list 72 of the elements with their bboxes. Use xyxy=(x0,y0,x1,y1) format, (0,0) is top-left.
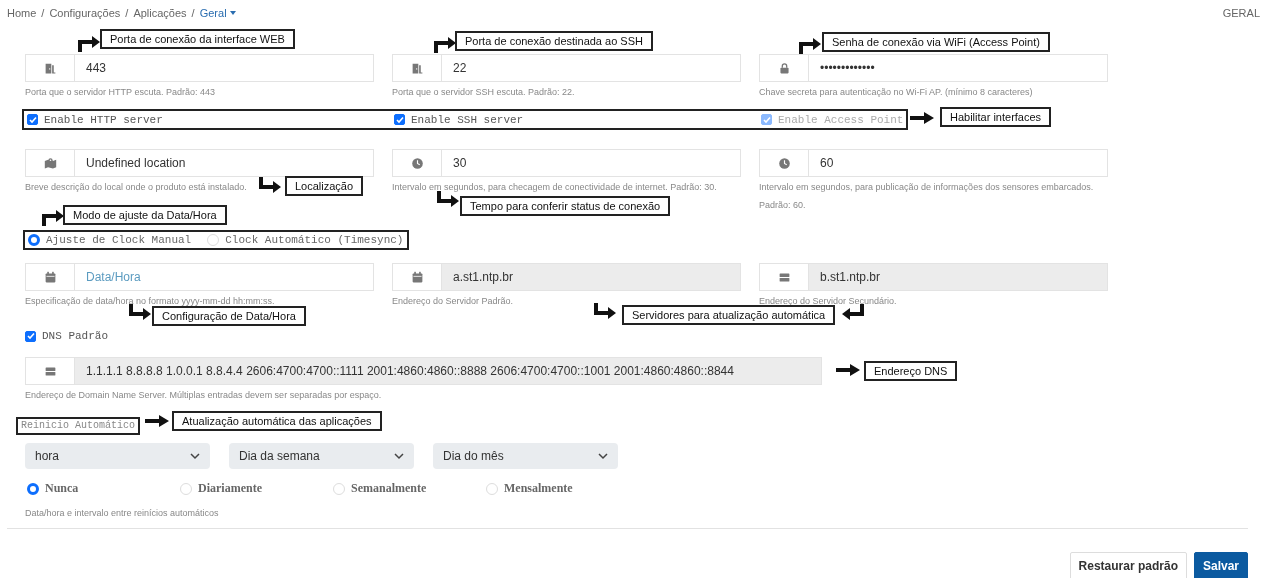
annotation-callout: Porta de conexão destinada ao SSH xyxy=(455,31,653,51)
help-text: Endereço do Servidor Padrão. xyxy=(392,295,514,307)
help-text: Intervalo em segundos, para checagem de conectividade de internet. Padrão: 30. xyxy=(392,181,717,193)
server-icon xyxy=(777,270,791,284)
select-field[interactable]: Dia do mês xyxy=(433,443,618,469)
checkbox-label: Enable HTTP server xyxy=(44,113,163,126)
radio-button[interactable] xyxy=(28,234,40,246)
breadcrumb-link[interactable]: Geral xyxy=(199,7,236,19)
help-text: Porta que o servidor SSH escuta. Padrão: 22. xyxy=(392,86,575,98)
clock-icon xyxy=(410,156,424,170)
radio-label: Ajuste de Clock Manual xyxy=(46,234,192,246)
calendar-icon xyxy=(43,270,57,284)
annotation-callout: Habilitar interfaces xyxy=(940,107,1052,127)
checkbox-label: DNS Padrão xyxy=(42,330,108,342)
radio-label: Diariamente xyxy=(198,481,262,496)
radio-button[interactable] xyxy=(27,482,39,495)
text-field[interactable]: 443 xyxy=(74,54,374,82)
annotation-callout: Tempo para conferir status de conexão xyxy=(460,196,671,216)
help-text: Padrão: 60. xyxy=(759,199,806,211)
annotation-callout: Modo de ajuste da Data/Hora xyxy=(63,205,227,225)
annotation-callout: Endereço DNS xyxy=(864,361,958,381)
chevron-down-icon xyxy=(190,452,200,460)
help-text: Breve descrição do local onde o produto está instalado. xyxy=(25,181,247,193)
checkbox[interactable] xyxy=(25,330,36,342)
page-label: GERAL xyxy=(1222,7,1260,19)
help-text: Data/hora e intervalo entre reinícios automáticos xyxy=(25,507,220,519)
annotation-callout: Configuração de Data/Hora xyxy=(152,306,306,326)
clock-icon xyxy=(777,156,791,170)
chevron-down-icon xyxy=(598,452,608,460)
breadcrumb-separator: / xyxy=(125,7,129,19)
select-field[interactable]: Dia da semana xyxy=(229,443,414,469)
text-field[interactable]: ••••••••••••• xyxy=(808,54,1108,82)
calendar-icon xyxy=(410,270,424,284)
annotation-callout: Atualização automática das aplicações xyxy=(172,411,382,431)
breadcrumb-separator: / xyxy=(191,7,195,19)
annotation-callout: Porta de conexão da interface WEB xyxy=(100,29,295,49)
text-field[interactable]: 30 xyxy=(441,149,741,177)
map-icon xyxy=(43,156,57,170)
save-button[interactable]: Salvar xyxy=(1193,552,1248,578)
checkbox[interactable] xyxy=(394,114,405,125)
text-field[interactable]: 22 xyxy=(441,54,741,82)
breadcrumb-link[interactable]: Aplicações xyxy=(133,7,187,19)
radio-label: Semanalmente xyxy=(351,481,427,496)
breadcrumb-link[interactable]: Home xyxy=(7,7,37,19)
help-text: Especificação de data/hora no formato yyyy-mm-dd hh:mm:ss. xyxy=(25,295,275,307)
section-label: Reinicio Automático xyxy=(16,417,141,435)
text-field[interactable]: Undefined location xyxy=(74,149,374,177)
text-field[interactable]: Data/Hora xyxy=(74,263,374,291)
door-icon xyxy=(43,61,57,75)
checkbox-label: Enable SSH server xyxy=(411,113,524,126)
annotation-callout: Servidores para atualização automática xyxy=(622,305,836,325)
checkbox-label: Enable Access Point xyxy=(778,113,904,126)
text-field[interactable]: 60 xyxy=(808,149,1108,177)
help-text: Porta que o servidor HTTP escuta. Padrão: 443 xyxy=(25,86,215,98)
annotation-callout: Senha de conexão via WiFi (Access Point) xyxy=(822,32,1050,52)
chevron-down-icon xyxy=(394,452,404,460)
help-text: Endereço do Servidor Secundário. xyxy=(759,295,897,307)
door-icon xyxy=(410,61,424,75)
radio-label: Mensalmente xyxy=(504,481,573,496)
reset-button[interactable]: Restaurar padrão xyxy=(1069,552,1187,578)
help-text: Endereço de Domain Name Server. Múltiplas entradas devem ser separadas por espaço. xyxy=(25,389,382,401)
help-text: Intervalo em segundos, para publicação de informações dos sensores embarcados. xyxy=(759,181,1094,193)
annotation-callout: Localização xyxy=(285,176,364,196)
breadcrumb-link[interactable]: Configurações xyxy=(49,7,121,19)
lock-icon xyxy=(777,61,791,75)
help-text: Chave secreta para autenticação no Wi-Fi AP. (mínimo 8 caracteres) xyxy=(759,86,1033,98)
radio-label: Clock Automático (Timesync) xyxy=(225,234,404,246)
radio-label: Nunca xyxy=(45,481,79,496)
breadcrumb-separator: / xyxy=(41,7,45,19)
server-icon xyxy=(43,364,57,378)
select-field[interactable]: hora xyxy=(25,443,210,469)
checkbox[interactable] xyxy=(27,114,38,125)
